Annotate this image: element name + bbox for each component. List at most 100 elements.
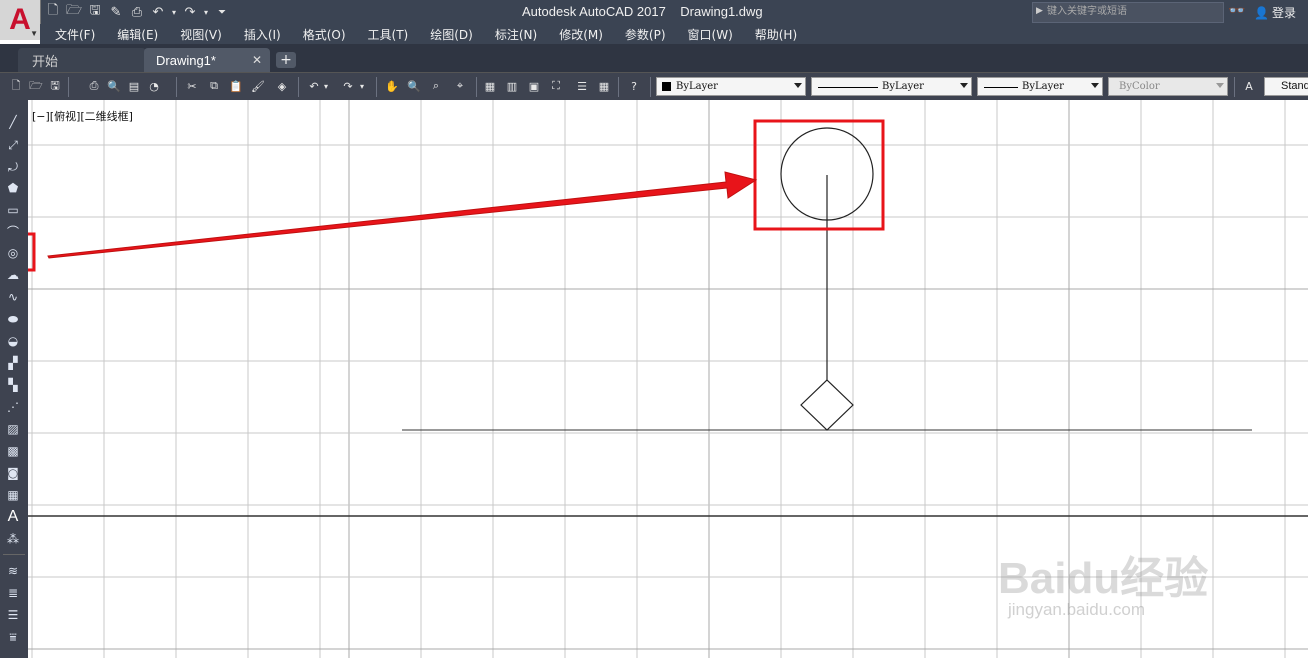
menu-window[interactable]: 窗口(W)	[688, 24, 733, 44]
chevron-down-icon[interactable]: ▾	[202, 3, 210, 21]
zoom-previous-icon[interactable]: ⌖	[452, 78, 468, 94]
undo-icon[interactable]: ↶	[306, 78, 322, 94]
menu-draw[interactable]: 绘图(D)	[430, 24, 473, 44]
search-box[interactable]: ▶	[1032, 2, 1224, 23]
separator	[650, 77, 651, 97]
text-style-icon[interactable]: A	[1241, 78, 1257, 94]
layer-icon[interactable]: ≋	[4, 562, 22, 580]
publish-icon[interactable]: ▤	[126, 78, 142, 94]
layer-states-icon[interactable]: ≣	[4, 584, 22, 602]
layer-off-icon[interactable]: ☰	[4, 606, 22, 624]
save-as-icon[interactable]: ✎	[107, 3, 125, 21]
plot-preview-icon[interactable]: 🔍	[106, 78, 122, 94]
chevron-down-icon[interactable]: ▾	[358, 78, 366, 94]
menu-edit[interactable]: 编辑(E)	[117, 24, 158, 44]
layer-isolate-icon[interactable]: ⩸	[4, 628, 22, 646]
block-editor-icon[interactable]: ◈	[274, 78, 290, 94]
polygon-icon[interactable]: ⬟	[4, 179, 22, 197]
menu-format[interactable]: 格式(O)	[303, 24, 346, 44]
tool-palettes-icon[interactable]: ▣	[526, 78, 542, 94]
new-icon[interactable]: 🗋	[44, 3, 62, 21]
sheet-set-icon[interactable]: ⛶	[548, 78, 564, 94]
zoom-realtime-icon[interactable]: 🔍	[406, 78, 422, 94]
color-control[interactable]: ByLayer	[656, 77, 806, 96]
copy-icon[interactable]: ⧉	[206, 78, 222, 94]
tab-drawing1[interactable]: Drawing1* ✕	[144, 48, 270, 72]
close-icon[interactable]: ✕	[252, 53, 262, 67]
menu-insert[interactable]: 插入(I)	[244, 24, 281, 44]
rectangle-icon[interactable]: ▭	[4, 201, 22, 219]
markup-icon[interactable]: ☰	[574, 78, 590, 94]
save-icon[interactable]: 🖫	[47, 78, 63, 94]
open-icon[interactable]: 🗁	[28, 78, 44, 94]
separator	[1234, 77, 1235, 97]
construction-line-icon[interactable]: ⤢	[4, 136, 22, 154]
color-swatch	[662, 82, 671, 91]
menu-file[interactable]: 文件(F)	[55, 24, 95, 44]
application-menu-button[interactable]: A ▼	[0, 0, 41, 40]
calculator-icon[interactable]: ▦	[596, 78, 612, 94]
tab-start[interactable]: 开始	[18, 48, 146, 72]
viewport-controls-label[interactable]: [−][俯视][二维线框]	[32, 108, 133, 124]
paste-icon[interactable]: 📋	[228, 78, 244, 94]
drawing-area[interactable]: [−][俯视][二维线框] Baidu经验 jingyan.baidu.com	[28, 100, 1308, 658]
color-value: ByLayer	[676, 81, 718, 92]
linetype-control[interactable]: ByLayer	[811, 77, 972, 96]
menu-dimension[interactable]: 标注(N)	[495, 24, 537, 44]
properties-icon[interactable]: ▦	[482, 78, 498, 94]
quick-access-toolbar: 🗋 🗁 🖫 ✎ ⎙ ↶ ▾ ↷ ▾ ⏷	[44, 2, 231, 22]
redo-icon[interactable]: ↷	[340, 78, 356, 94]
qnew-icon[interactable]: 🗋	[8, 78, 24, 94]
pan-icon[interactable]: ✋	[384, 78, 400, 94]
zoom-window-icon[interactable]: ⌕	[428, 78, 444, 94]
chevron-down-icon[interactable]: ▾	[170, 3, 178, 21]
polyline-icon[interactable]: ⤾	[4, 158, 22, 176]
3dprint-icon[interactable]: ◔	[146, 78, 162, 94]
separator	[476, 77, 477, 97]
plot-icon[interactable]: ⎙	[86, 78, 102, 94]
menu-bar: 文件(F) 编辑(E) 视图(V) 插入(I) 格式(O) 工具(T) 绘图(D…	[40, 24, 1308, 44]
add-selected-icon[interactable]: ⁂	[4, 530, 22, 548]
help-icon[interactable]: ?	[626, 78, 642, 94]
gradient-icon[interactable]: ▩	[4, 442, 22, 460]
design-center-icon[interactable]: ▥	[504, 78, 520, 94]
menu-help[interactable]: 帮助(H)	[755, 24, 797, 44]
lineweight-value: ByLayer	[1022, 81, 1064, 92]
ellipse-icon[interactable]: ⬬	[4, 310, 22, 328]
save-icon[interactable]: 🖫	[86, 3, 104, 21]
point-icon[interactable]: ⋰	[4, 398, 22, 416]
ellipse-arc-icon[interactable]: ◒	[4, 332, 22, 350]
match-properties-icon[interactable]: 🖌	[250, 78, 266, 94]
draw-toolbar: ╱ ⤢ ⤾ ⬟ ▭ ⌒ ◎ ☁ ∿ ⬬ ◒ ▞ ▚ ⋰ ▨ ▩ ◙ ▦ A ⁂ …	[0, 100, 28, 658]
menu-view[interactable]: 视图(V)	[180, 24, 222, 44]
separator	[298, 77, 299, 97]
insert-block-icon[interactable]: ▞	[4, 354, 22, 372]
text-style-control[interactable]: Stand	[1264, 77, 1308, 96]
search-input[interactable]	[1047, 3, 1215, 20]
menu-tools[interactable]: 工具(T)	[368, 24, 409, 44]
lineweight-control[interactable]: ByLayer	[977, 77, 1103, 96]
customize-qat-icon[interactable]: ⏷	[213, 3, 231, 21]
multiline-text-icon[interactable]: A	[4, 508, 22, 526]
plot-icon[interactable]: ⎙	[128, 3, 146, 21]
binoculars-icon[interactable]: 👓	[1228, 3, 1245, 19]
undo-icon[interactable]: ↶	[149, 3, 167, 21]
table-icon[interactable]: ▦	[4, 486, 22, 504]
open-icon[interactable]: 🗁	[65, 3, 83, 21]
spline-icon[interactable]: ∿	[4, 288, 22, 306]
circle-icon[interactable]: ◎	[4, 244, 22, 262]
login-button[interactable]: 👤 登录	[1254, 4, 1296, 21]
arc-icon[interactable]: ⌒	[4, 222, 22, 240]
menu-parametric[interactable]: 参数(P)	[625, 24, 666, 44]
cut-icon[interactable]: ✂	[184, 78, 200, 94]
new-tab-button[interactable]: +	[276, 52, 296, 68]
redo-icon[interactable]: ↷	[181, 3, 199, 21]
menu-modify[interactable]: 修改(M)	[559, 24, 603, 44]
revision-cloud-icon[interactable]: ☁	[4, 266, 22, 284]
expand-arrow-icon[interactable]: ▶	[1036, 6, 1043, 16]
hatch-icon[interactable]: ▨	[4, 420, 22, 438]
make-block-icon[interactable]: ▚	[4, 376, 22, 394]
line-icon[interactable]: ╱	[4, 113, 22, 131]
region-icon[interactable]: ◙	[4, 464, 22, 482]
chevron-down-icon[interactable]: ▾	[322, 78, 330, 94]
